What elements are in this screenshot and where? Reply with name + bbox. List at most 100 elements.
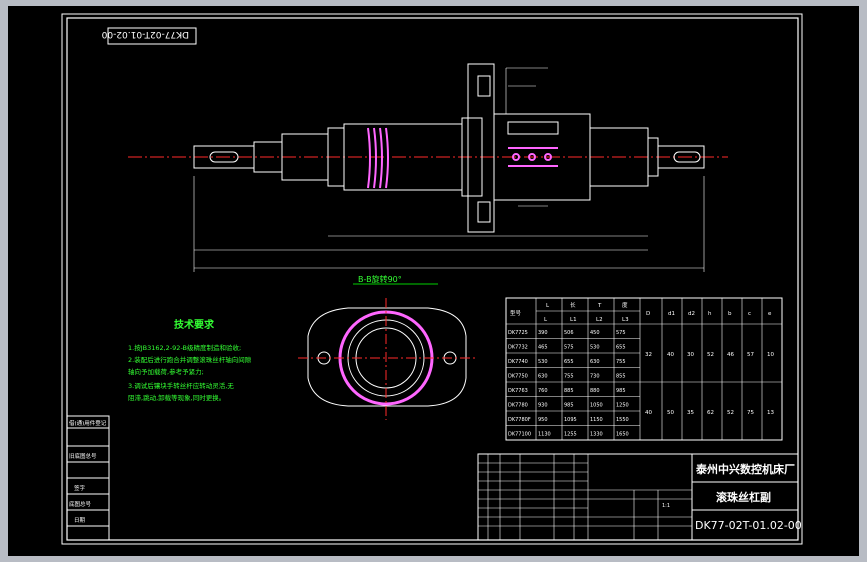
ball-screw-main-view: [128, 63, 728, 272]
table-group-value: 52: [727, 410, 734, 416]
table-header: 度: [622, 301, 628, 309]
rotated-drawing-number: DK77-02T-01.02-00: [101, 29, 189, 39]
section-view: B-B旋转90°: [298, 274, 476, 420]
table-group-value: 32: [645, 352, 652, 358]
inner-frame: [66, 17, 799, 541]
table-subheader: L1: [570, 317, 577, 323]
table-cell: 530: [538, 359, 548, 365]
svg-text:旧底图总号: 旧底图总号: [69, 452, 97, 460]
table-cell: 1550: [616, 417, 629, 423]
table-group-value: 52: [707, 352, 714, 358]
table-header: T: [597, 303, 602, 309]
table-cell: 575: [616, 330, 626, 336]
scale-value: 1:1: [662, 503, 670, 509]
section-label: B-B旋转90°: [358, 274, 402, 284]
table-cell: 755: [564, 374, 574, 380]
part-name: 滚珠丝杠副: [716, 490, 771, 504]
table-header: 型号: [510, 309, 522, 317]
table-cell: 1095: [564, 417, 577, 423]
tech-title: 技术要求: [174, 318, 215, 331]
table-cell: 465: [538, 345, 548, 351]
table-group-value: 75: [747, 410, 754, 416]
table-cell: 655: [564, 359, 574, 365]
drawing-sheet: DK77-02T-01.02-00 B-B旋转90° 技术要求 1.按JB316…: [61, 13, 803, 545]
table-group-value: 57: [747, 352, 754, 358]
table-cell: 855: [616, 374, 626, 380]
table-cell: DK7780F: [508, 417, 531, 423]
table-cell: DK7725: [508, 330, 528, 336]
table-subheader: L: [544, 317, 548, 323]
table-cell: DK7740: [508, 359, 528, 365]
table-cell: 755: [616, 359, 626, 365]
table-header: h: [708, 311, 712, 317]
table-cell: DK7763: [508, 388, 528, 394]
table-header: L: [546, 303, 550, 309]
table-cell: DK7750: [508, 374, 528, 380]
company-name: 泰州中兴数控机床厂: [695, 462, 795, 476]
ball-threads: [367, 127, 389, 189]
tech-line-1: 1.按JB3162,2-92-B级精度制造和验收;: [128, 343, 241, 352]
table-cell: DK7732: [508, 345, 528, 351]
table-cell: 985: [616, 388, 626, 394]
table-cell: 630: [538, 374, 548, 380]
cad-viewport[interactable]: DK77-02T-01.02-00 B-B旋转90° 技术要求 1.按JB316…: [8, 6, 859, 556]
table-cell: 530: [590, 345, 600, 351]
table-group-value: 30: [687, 352, 694, 358]
table-cell: 760: [538, 388, 548, 394]
table-cell: 506: [564, 330, 574, 336]
table-header: D: [646, 311, 650, 317]
side-registration-strip: 借(通)用件登记 旧底图总号 底图总号 签字 日期: [66, 415, 110, 541]
table-cell: 1650: [616, 432, 629, 438]
table-header: d1: [668, 311, 675, 317]
tech-line-3: 轴向予加载荷,参考予紧力;: [128, 367, 204, 376]
table-cell: 655: [616, 345, 626, 351]
table-header: e: [768, 311, 772, 317]
svg-text:借(通)用件登记: 借(通)用件登记: [69, 419, 107, 427]
title-block: 泰州中兴数控机床厂 滚珠丝杠副 DK77-02T-01.02-00 1:1: [477, 453, 802, 541]
svg-text:签字: 签字: [74, 484, 86, 492]
table-cell: 1330: [590, 432, 603, 438]
technical-requirements: 技术要求 1.按JB3162,2-92-B级精度制造和验收; 2.装配后进行跑合…: [128, 318, 252, 402]
table-cell: 450: [590, 330, 600, 336]
table-header: d2: [688, 311, 695, 317]
table-cell: 390: [538, 330, 548, 336]
table-group-value: 35: [687, 410, 694, 416]
table-group-value: 46: [727, 352, 734, 358]
tech-line-4: 3.调试后镶块手转丝杆应转动灵活,无: [128, 381, 234, 390]
svg-text:底图总号: 底图总号: [69, 500, 92, 508]
table-cell: DK7780: [508, 403, 528, 409]
outer-frame: [61, 13, 803, 545]
table-cell: 1130: [538, 432, 551, 438]
table-cell: 1255: [564, 432, 577, 438]
tech-line-5: 阻滞,跳动,卸载等现象,同时更换。: [128, 393, 225, 402]
table-group-value: 40: [645, 410, 652, 416]
table-cell: 950: [538, 417, 548, 423]
parameter-table: 型号L 长 T 度D d1 d2 h b c eL L1 L2 L3DK7725 390 506 450 575…: [505, 297, 783, 441]
table-cell: DK77100: [508, 432, 531, 438]
nut-flange-section: [307, 307, 467, 407]
table-cell: 575: [564, 345, 574, 351]
table-group-value: 50: [667, 410, 674, 416]
table-cell: 985: [564, 403, 574, 409]
table-group-value: 40: [667, 352, 674, 358]
table-cell: 730: [590, 374, 600, 380]
table-header: b: [728, 311, 732, 317]
table-cell: 930: [538, 403, 548, 409]
table-group-value: 10: [767, 352, 774, 358]
dimension-lines: [193, 67, 705, 272]
drawing-number: DK77-02T-01.02-00: [695, 519, 802, 532]
tech-line-2: 2.装配后进行跑合并调整滚珠丝杆轴向间隙: [128, 355, 252, 364]
table-cell: 885: [564, 388, 574, 394]
table-header: c: [748, 311, 751, 317]
table-cell: 880: [590, 388, 600, 394]
table-group-value: 62: [707, 410, 714, 416]
table-cell: 1250: [616, 403, 629, 409]
table-subheader: L2: [596, 317, 603, 323]
table-cell: 1050: [590, 403, 603, 409]
table-group-value: 13: [767, 410, 774, 416]
table-header: 长: [570, 301, 576, 309]
table-cell: 1150: [590, 417, 603, 423]
table-subheader: L3: [622, 317, 629, 323]
svg-text:日期: 日期: [74, 517, 86, 524]
table-cell: 630: [590, 359, 600, 365]
